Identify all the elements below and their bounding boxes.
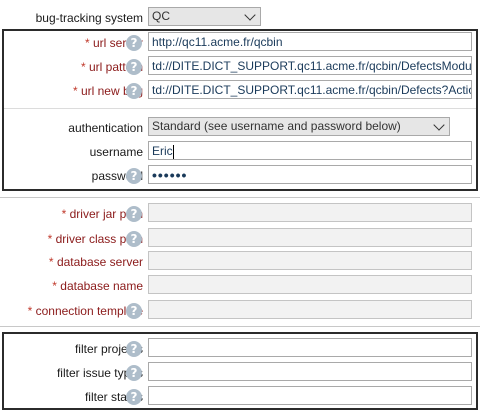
help-icon[interactable]: ?	[126, 389, 142, 405]
username-label: username	[89, 145, 143, 159]
driver-jar-path-input[interactable]	[148, 203, 472, 222]
driver-class-path-row: * driver class path ?	[0, 227, 480, 251]
divider	[0, 197, 480, 198]
filter-status-input[interactable]	[148, 386, 472, 405]
filter-projects-row: filter projects ?	[0, 337, 480, 361]
url-pattern-input[interactable]: td://DITE.DICT_SUPPORT.qc11.acme.fr/qcbi…	[148, 56, 472, 75]
divider	[4, 108, 476, 109]
text-caret	[172, 144, 174, 159]
authentication-label: authentication	[68, 121, 143, 135]
authentication-row: authentication Standard (see username an…	[0, 116, 480, 140]
help-icon[interactable]: ?	[126, 365, 142, 381]
filter-issue-types-input[interactable]	[148, 362, 472, 381]
database-name-input[interactable]	[148, 275, 472, 294]
url-new-bug-row: * url new bug ? td://DITE.DICT_SUPPORT.q…	[0, 79, 480, 103]
password-row: password ? ••••••	[0, 164, 480, 188]
bug-tracking-system-row: bug-tracking system QC	[0, 6, 480, 30]
connection-template-input[interactable]	[148, 300, 472, 319]
url-server-row: * url server ? http://qc11.acme.fr/qcbin	[0, 31, 480, 55]
help-icon[interactable]: ?	[126, 83, 142, 99]
chevron-down-icon	[244, 9, 256, 21]
authentication-value: Standard (see username and password belo…	[152, 119, 401, 133]
authentication-select[interactable]: Standard (see username and password belo…	[148, 117, 450, 136]
help-icon[interactable]: ?	[126, 231, 142, 247]
filter-projects-input[interactable]	[148, 338, 472, 357]
bug-tracking-system-value: QC	[152, 9, 170, 23]
username-row: username Eric	[0, 140, 480, 164]
url-server-input[interactable]: http://qc11.acme.fr/qcbin	[148, 32, 472, 51]
help-icon[interactable]: ?	[126, 35, 142, 51]
database-server-input[interactable]	[148, 251, 472, 270]
help-icon[interactable]: ?	[126, 59, 142, 75]
database-name-row: * database name	[0, 274, 480, 298]
help-icon[interactable]: ?	[126, 206, 142, 222]
username-input[interactable]: Eric	[148, 141, 472, 160]
bug-tracking-system-label: bug-tracking system	[35, 11, 143, 25]
connection-template-row: * connection template ?	[0, 299, 480, 323]
password-input[interactable]: ••••••	[148, 165, 472, 184]
bug-tracking-system-select[interactable]: QC	[148, 7, 261, 26]
help-icon[interactable]: ?	[126, 341, 142, 357]
help-icon[interactable]: ?	[126, 303, 142, 319]
filter-issue-types-row: filter issue types ?	[0, 361, 480, 385]
filter-status-row: filter status ?	[0, 385, 480, 409]
database-name-label: * database name	[52, 279, 143, 293]
help-icon[interactable]: ?	[126, 168, 142, 184]
url-pattern-row: * url pattern ? td://DITE.DICT_SUPPORT.q…	[0, 55, 480, 79]
divider	[0, 326, 480, 327]
database-server-label: * database server	[48, 255, 143, 269]
url-new-bug-input[interactable]: td://DITE.DICT_SUPPORT.qc11.acme.fr/qcbi…	[148, 80, 472, 99]
driver-class-path-input[interactable]	[148, 228, 472, 247]
driver-jar-path-row: * driver jar path ?	[0, 202, 480, 226]
chevron-down-icon	[433, 119, 445, 131]
database-server-row: * database server	[0, 250, 480, 274]
